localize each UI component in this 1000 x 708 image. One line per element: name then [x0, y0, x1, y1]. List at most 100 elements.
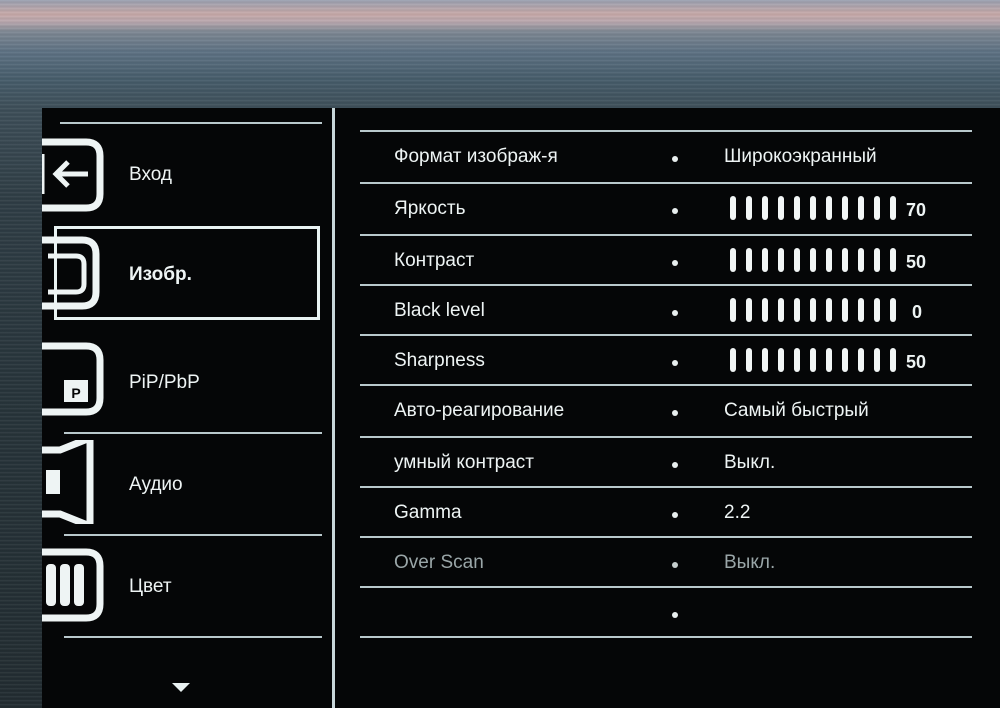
level-segment — [890, 196, 896, 220]
sidebar-item-label: PiP/PbP — [129, 372, 200, 393]
setting-gamma[interactable]: Gamma 2.2 — [358, 488, 978, 538]
setting-label: Gamma — [394, 502, 462, 523]
level-segment — [842, 298, 848, 322]
level-segment — [746, 248, 752, 272]
level-segment — [858, 348, 864, 372]
setting-empty — [358, 588, 978, 638]
level-segment — [794, 298, 800, 322]
level-segment — [810, 348, 816, 372]
chevron-down-icon[interactable] — [172, 683, 190, 692]
bullet-icon — [672, 512, 678, 518]
level-segment — [730, 348, 736, 372]
setting-response-time[interactable]: Авто-реагирование Самый быстрый — [358, 386, 978, 436]
setting-label: Black level — [394, 300, 485, 321]
level-value: 50 — [906, 352, 927, 372]
setting-label: Формат изображ-я — [394, 146, 558, 167]
sidebar-item-pip[interactable]: P PiP/PbP — [42, 332, 332, 432]
setting-label: Яркость — [394, 198, 466, 219]
level-segment — [762, 298, 768, 322]
setting-sharpness[interactable]: Sharpness 50 — [358, 336, 978, 386]
divider — [64, 636, 322, 638]
level-segment — [778, 248, 784, 272]
level-segment — [730, 196, 736, 220]
level-segment — [746, 298, 752, 322]
level-segment — [842, 196, 848, 220]
level-segment — [890, 248, 896, 272]
speaker-icon — [42, 440, 94, 524]
level-segment — [858, 248, 864, 272]
sidebar-item-label: Цвет — [129, 576, 172, 597]
level-segment — [778, 196, 784, 220]
setting-smart-contrast[interactable]: умный контраст Выкл. — [358, 438, 978, 488]
level-segment — [762, 348, 768, 372]
level-segment — [794, 248, 800, 272]
sidebar-item-label: Вход — [129, 164, 172, 185]
bullet-icon — [672, 410, 678, 416]
level-segment — [810, 196, 816, 220]
setting-label: Авто-реагирование — [394, 400, 565, 421]
bullet-icon — [672, 462, 678, 468]
setting-over-scan: Over Scan Выкл. — [358, 538, 978, 588]
setting-picture-format[interactable]: Формат изображ-я Широкоэкранный — [358, 132, 978, 182]
sidebar-item-picture[interactable]: Изобр. — [42, 226, 332, 326]
bullet-icon — [672, 208, 678, 214]
level-segment — [858, 298, 864, 322]
level-segment — [810, 298, 816, 322]
setting-label: Over Scan — [394, 552, 484, 573]
level-segment — [762, 248, 768, 272]
level-segment — [826, 298, 832, 322]
setting-label: Sharpness — [394, 350, 485, 371]
level-segment — [778, 348, 784, 372]
level-segment — [730, 248, 736, 272]
setting-value: Широкоэкранный — [724, 146, 877, 167]
setting-value: Самый быстрый — [724, 400, 869, 421]
bullet-icon — [672, 260, 678, 266]
level-segment — [874, 348, 880, 372]
svg-text:P: P — [71, 385, 80, 401]
level-segment — [826, 196, 832, 220]
sidebar-item-label: Аудио — [129, 474, 183, 495]
sidebar-item-audio[interactable]: Аудио — [42, 434, 332, 534]
level-segment — [826, 348, 832, 372]
sidebar-item-label: Изобр. — [129, 264, 192, 285]
level-segment — [826, 248, 832, 272]
level-segment — [730, 298, 736, 322]
level-value: 70 — [906, 200, 927, 220]
sidebar-item-color[interactable]: Цвет — [42, 536, 332, 636]
color-icon — [42, 548, 104, 622]
setting-black-level[interactable]: Black level 0 — [358, 286, 978, 336]
level-segment — [874, 298, 880, 322]
level-segment — [794, 196, 800, 220]
setting-value: 2.2 — [724, 502, 751, 523]
osd-menu: Вход Изобр. P PiP/PbP Аудио Цвет Формат … — [42, 108, 1000, 708]
settings-panel: Формат изображ-я Широкоэкранный Яркость … — [358, 108, 978, 708]
level-segment — [874, 248, 880, 272]
setting-value: Выкл. — [724, 452, 776, 473]
bullet-icon — [672, 612, 678, 618]
level-segment — [890, 348, 896, 372]
pip-icon: P — [42, 342, 104, 416]
divider — [60, 122, 322, 124]
bullet-icon — [672, 156, 678, 162]
setting-brightness[interactable]: Яркость 70 — [358, 184, 978, 234]
bullet-icon — [672, 562, 678, 568]
level-value: 0 — [912, 302, 923, 322]
level-value: 50 — [906, 252, 927, 272]
setting-contrast[interactable]: Контраст 50 — [358, 236, 978, 286]
picture-icon — [42, 236, 100, 310]
setting-label: умный контраст — [394, 452, 535, 473]
setting-value: Выкл. — [724, 552, 776, 573]
level-segment — [842, 348, 848, 372]
level-segment — [810, 248, 816, 272]
level-segment — [778, 298, 784, 322]
level-segment — [858, 196, 864, 220]
level-segment — [794, 348, 800, 372]
bullet-icon — [672, 360, 678, 366]
level-segment — [842, 248, 848, 272]
setting-label: Контраст — [394, 250, 475, 271]
level-segment — [762, 196, 768, 220]
level-segment — [890, 298, 896, 322]
level-segment — [746, 196, 752, 220]
sidebar-item-input[interactable]: Вход — [42, 126, 332, 226]
divider — [360, 636, 972, 638]
